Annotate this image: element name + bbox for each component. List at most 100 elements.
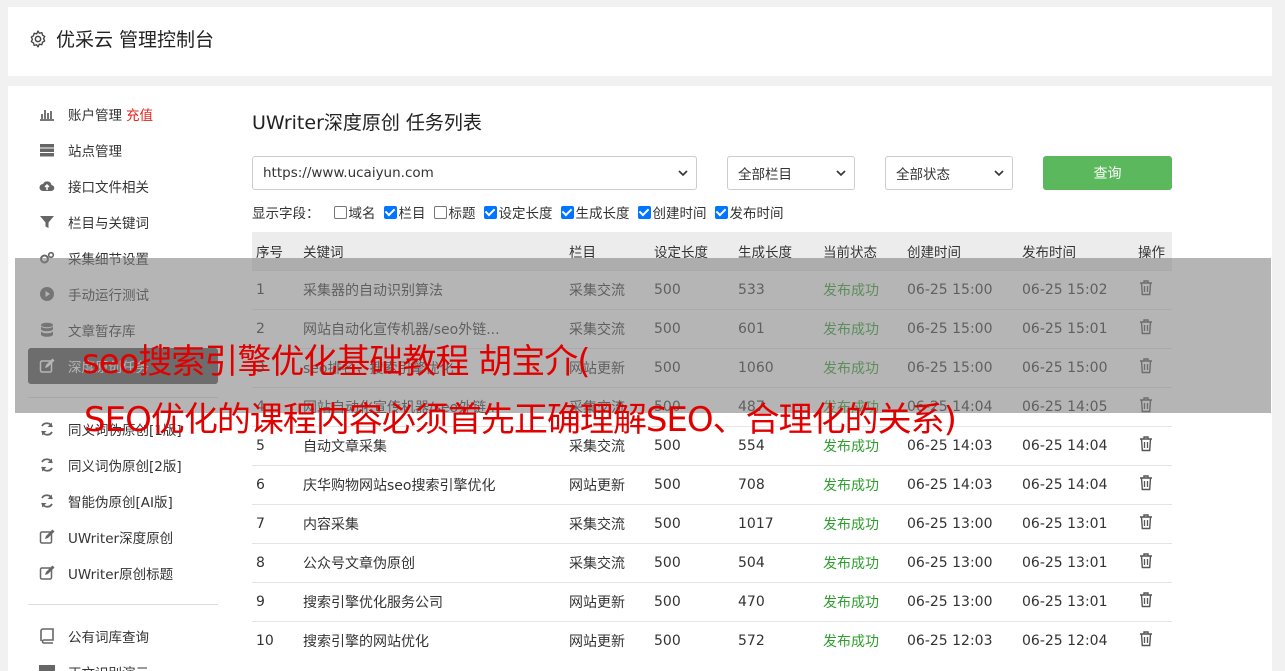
- table-row: 8 公众号文章伪原创 采集交流 500 504 发布成功 06-25 13:00 06-25 …: [252, 542, 1172, 582]
- sidebar-item[interactable]: 站点管理: [28, 132, 218, 168]
- page-title: UWriter深度原创 任务列表: [252, 112, 482, 134]
- field-checkbox[interactable]: 栏目: [383, 202, 426, 222]
- status-select[interactable]: 全部状态: [885, 156, 1013, 190]
- delete-icon[interactable]: [1138, 592, 1154, 612]
- table-cell: 庆华购物网站seo搜索引擎优化: [299, 464, 565, 504]
- book-icon: [38, 628, 56, 644]
- table-row: 9 搜索引擎优化服务公司 网站更新 500 470 发布成功 06-25 13:00 06-2…: [252, 581, 1172, 621]
- table-cell: 500: [650, 620, 734, 660]
- sidebar-item[interactable]: 栏目与关键词: [28, 204, 218, 240]
- checkbox-box[interactable]: [714, 205, 728, 219]
- table-cell: 9: [252, 581, 299, 621]
- table-cell: 7: [252, 503, 299, 543]
- query-button[interactable]: 查询: [1043, 156, 1172, 190]
- field-checkbox-label: 创建时间: [652, 206, 707, 222]
- sidebar-divider: [28, 604, 218, 605]
- table-cell: 8: [252, 542, 299, 582]
- table-cell: 6: [252, 464, 299, 504]
- sidebar-item-label: 智能伪原创[AI版]: [68, 495, 173, 511]
- header-title: 优采云 管理控制台: [56, 29, 215, 51]
- filter-icon: [38, 214, 56, 230]
- field-checkbox-label: 生成长度: [575, 206, 630, 222]
- table-cell: 06-25 13:00: [903, 581, 1018, 621]
- field-checkbox-label: 域名: [348, 206, 376, 222]
- table-cell: 发布成功: [819, 503, 903, 543]
- row-actions: [1134, 425, 1172, 465]
- field-checkbox[interactable]: 设定长度: [483, 202, 553, 222]
- field-checkbox[interactable]: 标题: [433, 202, 476, 222]
- table-cell: 708: [734, 464, 819, 504]
- overlay-banner: [15, 258, 1271, 413]
- table-row: 7 内容采集 采集交流 500 1017 发布成功 06-25 13:00 06-25 13:…: [252, 503, 1172, 543]
- sidebar-item[interactable]: 同义词伪原创[2版]: [28, 447, 218, 483]
- delete-icon[interactable]: [1138, 436, 1154, 456]
- sidebar-item-label: 同义词伪原创[2版]: [68, 459, 182, 475]
- sidebar-item[interactable]: 账户管理 充值: [28, 96, 218, 132]
- column-select-value: 全部栏目: [738, 167, 792, 183]
- monitor-icon: [38, 664, 56, 671]
- table-cell: 572: [734, 620, 819, 660]
- sidebar-item[interactable]: 接口文件相关: [28, 168, 218, 204]
- sidebar-item-label: 账户管理: [68, 108, 122, 124]
- table-row: 10 搜索引擎的网站优化 网站更新 500 572 发布成功 06-25 12:03 06-2…: [252, 620, 1172, 660]
- checkbox-box[interactable]: [637, 205, 651, 219]
- chevron-down-icon: [678, 170, 688, 177]
- table-cell: 发布成功: [819, 581, 903, 621]
- table-cell: 470: [734, 581, 819, 621]
- table-cell: 06-25 14:04: [1018, 425, 1134, 465]
- edit-icon: [38, 529, 56, 545]
- sidebar-item-label: 正文识别演示: [68, 662, 149, 671]
- table-cell: 采集交流: [565, 503, 650, 543]
- delete-icon[interactable]: [1138, 514, 1154, 534]
- sidebar-item-label: UWriter深度原创: [68, 531, 174, 547]
- sidebar-item-label: 栏目与关键词: [68, 216, 149, 232]
- sidebar-item[interactable]: UWriter原创标题: [28, 555, 218, 591]
- sidebar-item[interactable]: 公有词库查询: [28, 618, 218, 654]
- delete-icon[interactable]: [1138, 475, 1154, 495]
- table-cell: 06-25 13:01: [1018, 503, 1134, 543]
- delete-icon[interactable]: [1138, 553, 1154, 573]
- table-cell: 06-25 14:04: [1018, 464, 1134, 504]
- field-checkbox-label: 发布时间: [729, 206, 784, 222]
- overlay-line-1: seo搜索引擎优化基础教程 胡宝介(: [82, 342, 591, 382]
- checkbox-box[interactable]: [560, 205, 574, 219]
- table-cell: 发布成功: [819, 620, 903, 660]
- header-title-wrap: 优采云 管理控制台: [28, 25, 214, 52]
- field-checkbox[interactable]: 生成长度: [560, 202, 630, 222]
- table-cell: 公众号文章伪原创: [299, 542, 565, 582]
- field-checkbox[interactable]: 创建时间: [637, 202, 707, 222]
- table-cell: 采集交流: [565, 542, 650, 582]
- table-cell: 500: [650, 503, 734, 543]
- field-checkbox[interactable]: 发布时间: [714, 202, 784, 222]
- sidebar-item[interactable]: 智能伪原创[AI版]: [28, 483, 218, 519]
- column-select[interactable]: 全部栏目: [727, 156, 855, 190]
- table-cell: 搜索引擎的网站优化: [299, 620, 565, 660]
- site-select[interactable]: https://www.ucaiyun.com: [252, 156, 697, 190]
- table-row: 6 庆华购物网站seo搜索引擎优化 网站更新 500 708 发布成功 06-25 14:0…: [252, 464, 1172, 504]
- table-cell: 网站更新: [565, 464, 650, 504]
- sidebar-item[interactable]: UWriter深度原创: [28, 519, 218, 555]
- table-cell: 网站更新: [565, 620, 650, 660]
- refresh-icon: [38, 493, 56, 509]
- chevron-down-icon: [836, 170, 846, 177]
- table-cell: 1017: [734, 503, 819, 543]
- table-cell: 06-25 13:01: [1018, 581, 1134, 621]
- table-cell: 06-25 13:01: [1018, 542, 1134, 582]
- row-actions: [1134, 581, 1172, 621]
- checkbox-box[interactable]: [483, 205, 497, 219]
- field-checkbox[interactable]: 域名: [333, 202, 376, 222]
- table-cell: 网站更新: [565, 581, 650, 621]
- table-cell: 内容采集: [299, 503, 565, 543]
- row-actions: [1134, 542, 1172, 582]
- checkbox-box[interactable]: [433, 205, 447, 219]
- delete-icon[interactable]: [1138, 631, 1154, 651]
- table-cell: 发布成功: [819, 464, 903, 504]
- checkbox-box[interactable]: [383, 205, 397, 219]
- row-actions: [1134, 620, 1172, 660]
- table-cell: 500: [650, 581, 734, 621]
- checkbox-box[interactable]: [333, 205, 347, 219]
- row-actions: [1134, 503, 1172, 543]
- sidebar-item[interactable]: 正文识别演示: [28, 654, 218, 671]
- table-cell: 06-25 12:03: [903, 620, 1018, 660]
- recharge-link[interactable]: 充值: [126, 104, 153, 124]
